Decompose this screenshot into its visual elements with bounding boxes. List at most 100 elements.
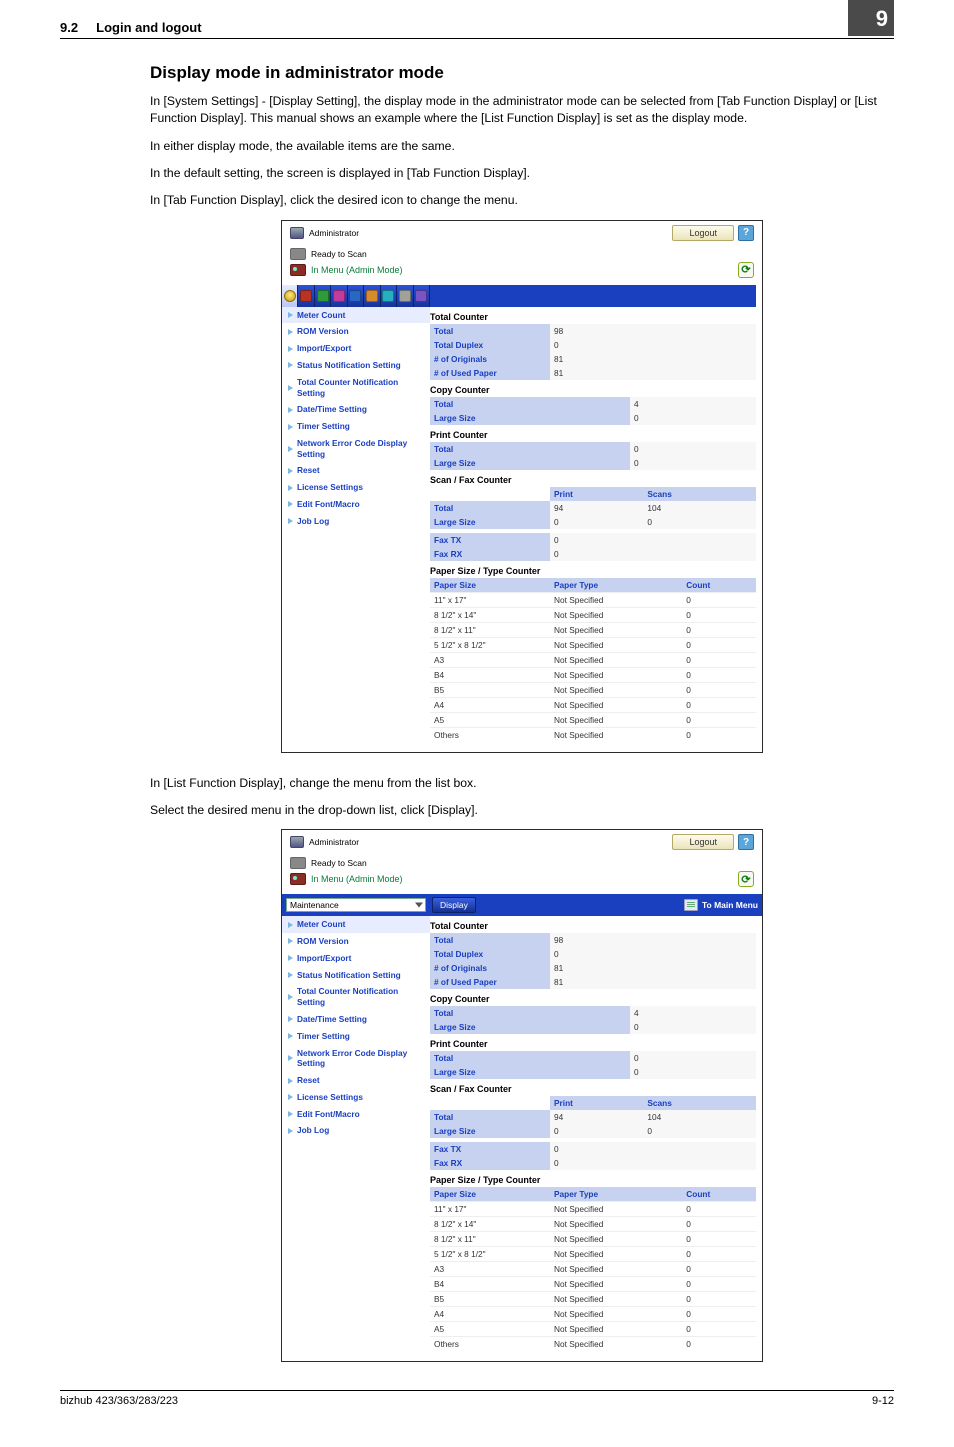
sidebar-item[interactable]: Edit Font/Macro (282, 1106, 430, 1123)
table-value: 81 (550, 961, 756, 975)
sidebar-item[interactable]: Edit Font/Macro (282, 496, 430, 513)
logout-button[interactable]: Logout (672, 225, 734, 241)
table-header (430, 1096, 550, 1110)
table-cell: 0 (682, 622, 756, 637)
sidebar-item[interactable]: Import/Export (282, 950, 430, 967)
help-button[interactable]: ? (738, 225, 754, 241)
table-value: 0 (550, 547, 756, 561)
expand-triangle-icon (288, 329, 293, 335)
expand-triangle-icon (288, 362, 293, 368)
tab-icon[interactable] (348, 285, 364, 307)
table-value: 0 (550, 533, 756, 547)
table-value: 98 (550, 324, 756, 338)
sidebar-item-label: Status Notification Setting (297, 360, 401, 371)
table-value: 0 (630, 411, 756, 425)
table-cell: 0 (682, 1232, 756, 1247)
sidebar-item-label: Meter Count (297, 919, 345, 930)
sidebar-item[interactable]: Reset (282, 462, 430, 479)
table-header: Print (550, 487, 643, 501)
table-cell: B5 (430, 1292, 550, 1307)
table-key: # of Used Paper (430, 366, 550, 380)
sidebar-item-label: Date/Time Setting (297, 1014, 367, 1025)
table-header: Paper Type (550, 1187, 682, 1202)
table-value: 104 (643, 501, 756, 515)
tab-icon[interactable] (331, 285, 347, 307)
sidebar-item[interactable]: Date/Time Setting (282, 1011, 430, 1028)
table-key: Large Size (430, 1124, 550, 1138)
table-key: Total (430, 501, 550, 515)
section-title: Print Counter (430, 1034, 756, 1051)
expand-triangle-icon (288, 385, 293, 391)
to-main-menu-label[interactable]: To Main Menu (702, 900, 758, 910)
table-value: 0 (550, 1156, 756, 1170)
sidebar-item-label: Job Log (297, 1125, 329, 1136)
expand-triangle-icon (288, 922, 293, 928)
expand-triangle-icon (288, 1033, 293, 1039)
sidebar-item[interactable]: Job Log (282, 513, 430, 530)
table-value: 0 (630, 1065, 756, 1079)
table-header: Scans (643, 487, 756, 501)
help-button[interactable]: ? (738, 834, 754, 850)
sidebar-item-label: Job Log (297, 516, 329, 527)
sidebar-item[interactable]: License Settings (282, 479, 430, 496)
table-cell: A5 (430, 712, 550, 727)
table-header: Count (682, 1187, 756, 1202)
tab-icon[interactable] (315, 285, 331, 307)
sidebar-item[interactable]: Total Counter Notification Setting (282, 374, 430, 402)
sidebar-item-label: Edit Font/Macro (297, 1109, 360, 1120)
sidebar-item[interactable]: ROM Version (282, 323, 430, 340)
expand-triangle-icon (288, 485, 293, 491)
sidebar-item[interactable]: Reset (282, 1072, 430, 1089)
sidebar-item[interactable]: Timer Setting (282, 1028, 430, 1045)
section-title: Scan / Fax Counter (430, 470, 756, 487)
section-title: Scan / Fax Counter (430, 1079, 756, 1096)
section-title: Copy Counter (430, 989, 756, 1006)
table-cell: 0 (682, 667, 756, 682)
to-main-menu-icon[interactable] (684, 899, 698, 911)
tab-icon[interactable] (414, 285, 430, 307)
table-cell: Not Specified (550, 712, 682, 727)
table-cell: Not Specified (550, 622, 682, 637)
paragraph: In the default setting, the screen is di… (150, 165, 894, 182)
display-button[interactable]: Display (432, 897, 476, 913)
sidebar-item[interactable]: Status Notification Setting (282, 967, 430, 984)
table-cell: Not Specified (550, 652, 682, 667)
sidebar-item[interactable]: Job Log (282, 1122, 430, 1139)
tab-icon[interactable] (298, 285, 314, 307)
table-cell: 5 1/2" x 8 1/2" (430, 637, 550, 652)
tab-icon[interactable] (282, 285, 298, 307)
sidebar-item[interactable]: Total Counter Notification Setting (282, 983, 430, 1011)
menu-mode-label: In Menu (Admin Mode) (311, 874, 403, 884)
sidebar-item[interactable]: License Settings (282, 1089, 430, 1106)
logout-button[interactable]: Logout (672, 834, 734, 850)
expand-triangle-icon (288, 1128, 293, 1134)
menu-dropdown[interactable]: Maintenance (286, 898, 426, 912)
refresh-icon[interactable]: ⟳ (738, 871, 754, 887)
sidebar-item[interactable]: Import/Export (282, 340, 430, 357)
sidebar-item[interactable]: ROM Version (282, 933, 430, 950)
sidebar-item[interactable]: Date/Time Setting (282, 401, 430, 418)
table-cell: Not Specified (550, 1307, 682, 1322)
table-key: # of Originals (430, 352, 550, 366)
expand-triangle-icon (288, 1016, 293, 1022)
sidebar-item[interactable]: Network Error Code Display Setting (282, 1045, 430, 1073)
table-value: 0 (643, 1124, 756, 1138)
tab-icon[interactable] (397, 285, 413, 307)
tab-icon[interactable] (381, 285, 397, 307)
table-key: # of Originals (430, 961, 550, 975)
expand-triangle-icon (288, 938, 293, 944)
chapter-badge: 9 (848, 0, 894, 36)
refresh-icon[interactable]: ⟳ (738, 262, 754, 278)
table-value: 0 (630, 1020, 756, 1034)
table-cell: 0 (682, 1277, 756, 1292)
sidebar-item[interactable]: Timer Setting (282, 418, 430, 435)
sidebar-item[interactable]: Status Notification Setting (282, 357, 430, 374)
sidebar-item[interactable]: Meter Count (282, 916, 430, 933)
sidebar-item-label: Network Error Code Display Setting (297, 438, 426, 460)
table-key: Total (430, 442, 630, 456)
sidebar-item[interactable]: Meter Count (282, 307, 430, 324)
sidebar-item-label: License Settings (297, 1092, 363, 1103)
table-key: Total (430, 1006, 630, 1020)
sidebar-item[interactable]: Network Error Code Display Setting (282, 435, 430, 463)
tab-icon[interactable] (364, 285, 380, 307)
